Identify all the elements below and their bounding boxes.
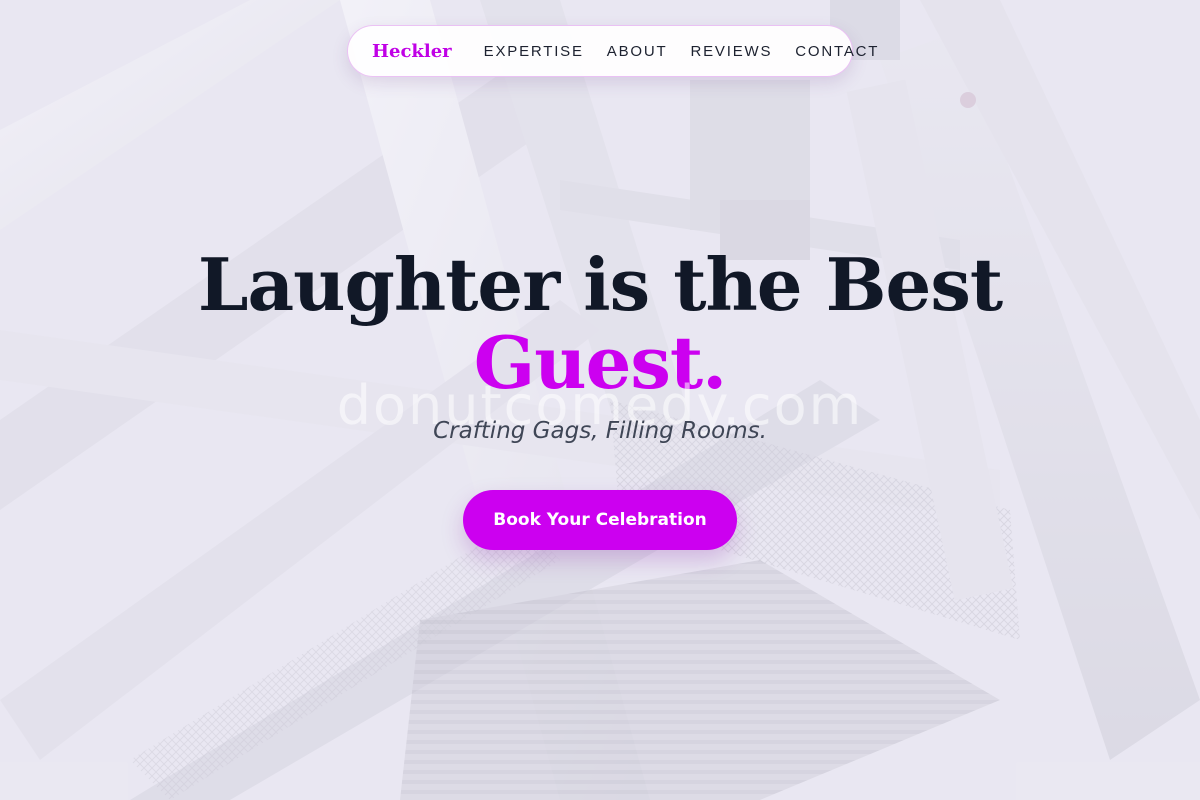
hero-headline-line1: Laughter is the Best [197,242,1003,327]
hero-tagline: Crafting Gags, Filling Rooms. [433,418,767,444]
book-celebration-button[interactable]: Book Your Celebration [463,490,737,550]
nav-link-expertise[interactable]: EXPERTISE [484,43,584,60]
nav-link-about[interactable]: ABOUT [607,43,668,60]
nav-link-reviews[interactable]: REVIEWS [690,43,772,60]
top-nav: Heckler EXPERTISE ABOUT REVIEWS CONTACT [347,25,877,77]
brand-logo[interactable]: Heckler [372,41,452,62]
nav-links: EXPERTISE ABOUT REVIEWS CONTACT [484,43,880,60]
nav-link-contact[interactable]: CONTACT [795,43,879,60]
